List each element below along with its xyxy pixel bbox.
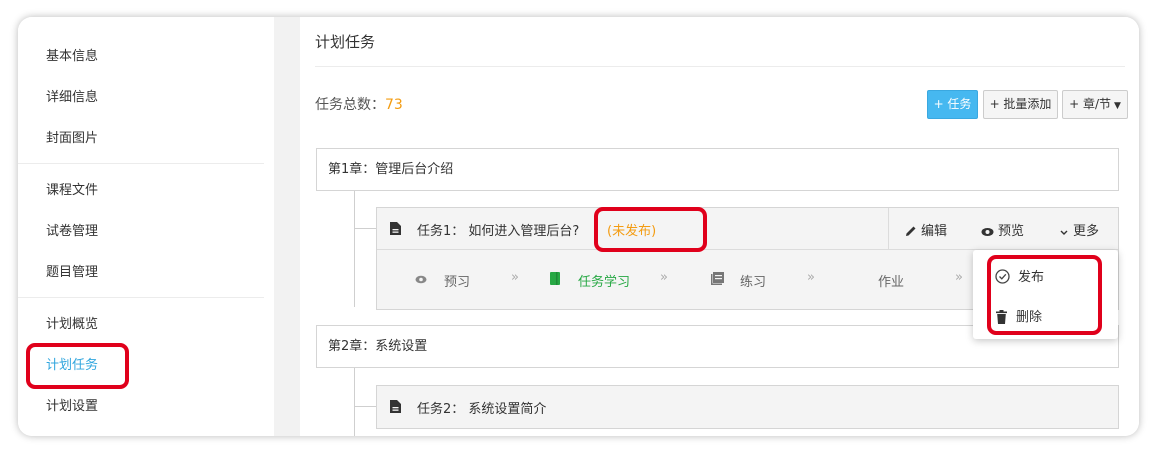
step-homework[interactable]: 作业 (878, 271, 904, 290)
chevron-right-icon: » (660, 270, 668, 285)
tree-branch (354, 228, 376, 229)
task-total-count: 73 (385, 97, 403, 113)
preview-button[interactable]: 预览 (981, 220, 1024, 239)
sidebar-divider (18, 297, 264, 298)
document-icon (390, 222, 401, 235)
highlight-box (594, 207, 707, 252)
add-chapter-label: + 章/节 (1069, 97, 1111, 111)
sidebar: 基本信息 详细信息 封面图片 课程文件 试卷管理 题目管理 计划概览 计划任务 … (18, 17, 274, 436)
highlight-box (26, 343, 129, 389)
chevron-right-icon: » (955, 270, 963, 285)
sidebar-item-plan-settings[interactable]: 计划设置 (46, 398, 98, 416)
sidebar-item-course-files[interactable]: 课程文件 (46, 182, 98, 200)
tree-branch (354, 406, 376, 407)
more-label: 更多 (1073, 224, 1100, 239)
page-title: 计划任务 (315, 33, 376, 51)
app-window: 基本信息 详细信息 封面图片 课程文件 试卷管理 题目管理 计划概览 计划任务 … (18, 17, 1139, 436)
task-title[interactable]: 任务2： 系统设置简介 (417, 398, 546, 417)
sidebar-divider (18, 163, 264, 164)
title-divider (315, 66, 1125, 67)
task-total: 任务总数：73 (315, 94, 403, 114)
chapter-row[interactable]: 第1章：管理后台介绍 (316, 148, 1119, 191)
highlight-box (987, 255, 1102, 335)
actions-divider (888, 208, 889, 250)
edit-button[interactable]: 编辑 (905, 220, 947, 239)
pencil-icon (906, 226, 916, 236)
more-button[interactable]: 更多 (1059, 220, 1099, 239)
main-content: 计划任务 任务总数：73 + 任务 + 批量添加 + 章/节 ▼ 第1章：管理后台… (300, 17, 1139, 436)
tree-line (354, 368, 355, 436)
batch-add-button[interactable]: + 批量添加 (983, 90, 1058, 119)
sidebar-item-question-management[interactable]: 题目管理 (46, 264, 98, 282)
task-title[interactable]: 任务1： 如何进入管理后台? (417, 220, 579, 239)
chevron-right-icon: » (511, 270, 519, 285)
sidebar-item-exam-management[interactable]: 试卷管理 (46, 223, 98, 241)
task-total-label: 任务总数： (315, 97, 385, 113)
sidebar-item-basic-info[interactable]: 基本信息 (46, 48, 98, 66)
sidebar-item-detail-info[interactable]: 详细信息 (46, 89, 98, 107)
edit-label: 编辑 (921, 224, 948, 239)
exercise-icon (711, 272, 724, 285)
task-card: 任务2： 系统设置简介 (376, 385, 1119, 429)
eye-icon (981, 228, 994, 236)
step-exercise[interactable]: 练习 (740, 271, 766, 290)
chevron-right-icon: » (807, 270, 815, 285)
tree-line (354, 191, 355, 307)
chevron-down-icon (1060, 230, 1068, 235)
step-task-study[interactable]: 任务学习 (578, 271, 630, 290)
eye-icon (415, 275, 427, 284)
book-icon (550, 272, 560, 285)
sidebar-item-plan-overview[interactable]: 计划概览 (46, 316, 98, 334)
caret-down-icon: ▼ (1114, 101, 1121, 111)
step-preview[interactable]: 预习 (444, 271, 470, 290)
add-task-button[interactable]: + 任务 (927, 90, 978, 119)
preview-label: 预览 (998, 224, 1025, 239)
sidebar-item-cover-image[interactable]: 封面图片 (46, 130, 98, 148)
gutter (274, 17, 300, 436)
task-header: 任务1： 如何进入管理后台? (未发布) 编辑 预览 更多 (377, 208, 1118, 250)
document-icon (390, 400, 401, 413)
add-chapter-button[interactable]: + 章/节 ▼ (1062, 90, 1128, 119)
